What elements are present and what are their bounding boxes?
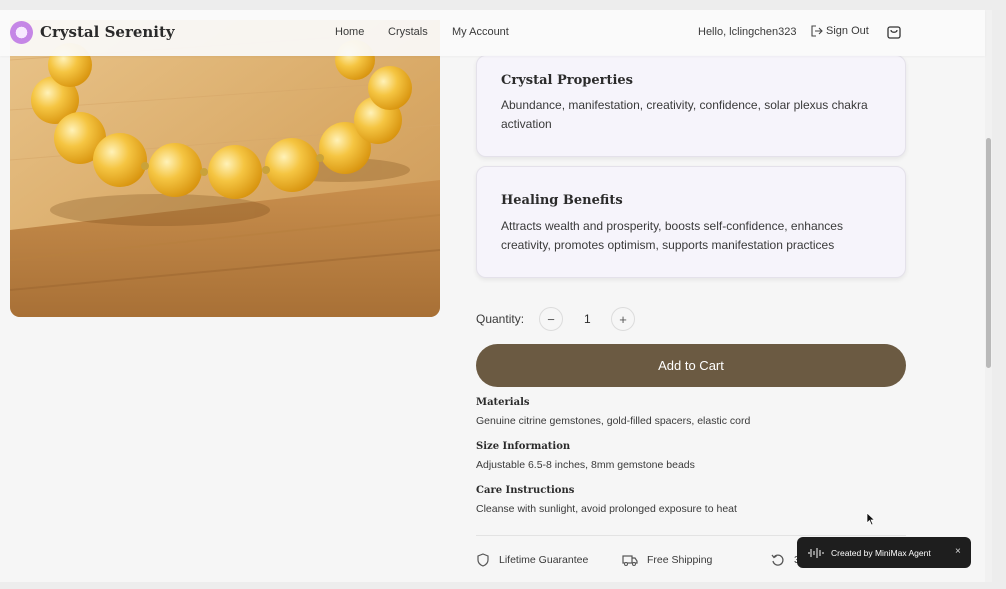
truck-icon [622, 555, 638, 566]
card-body: Attracts wealth and prosperity, boosts s… [501, 219, 843, 252]
decrease-quantity-button[interactable]: − [539, 307, 563, 331]
minimax-toast[interactable]: Created by MiniMax Agent [797, 537, 971, 568]
lifetime-guarantee-badge: Lifetime Guarantee [476, 553, 588, 567]
sign-out-icon [811, 25, 823, 37]
brand-name[interactable]: Crystal Serenity [40, 23, 175, 41]
healing-benefits-card: Healing Benefits Attracts wealth and pro… [476, 166, 906, 278]
minimax-logo-icon [808, 547, 824, 558]
mouse-cursor-icon [866, 512, 876, 526]
card-title: Healing Benefits [501, 193, 623, 208]
sign-out-label: Sign Out [826, 25, 869, 37]
rotate-icon [771, 554, 784, 566]
free-shipping-badge: Free Shipping [622, 553, 712, 567]
size-heading: Size Information [476, 441, 571, 452]
care-text: Cleanse with sunlight, avoid prolonged e… [476, 503, 737, 515]
page-viewport: Crystal Properties Abundance, manifestat… [0, 10, 992, 582]
quantity-value: 1 [584, 312, 591, 326]
shopping-bag-icon[interactable] [886, 24, 902, 40]
badge-label: Free Shipping [647, 554, 713, 566]
close-icon[interactable]: × [955, 546, 961, 557]
size-text: Adjustable 6.5-8 inches, 8mm gemstone be… [476, 459, 695, 471]
add-to-cart-button[interactable]: Add to Cart [476, 344, 906, 387]
returns-badge: 3 [771, 553, 800, 567]
badge-label: Lifetime Guarantee [499, 554, 589, 566]
card-body: Abundance, manifestation, creativity, co… [501, 98, 868, 131]
crystal-properties-card: Crystal Properties Abundance, manifestat… [476, 55, 906, 157]
product-image [10, 20, 440, 317]
scrollbar-thumb[interactable] [986, 138, 991, 368]
nav-crystals[interactable]: Crystals [388, 26, 428, 38]
materials-text: Genuine citrine gemstones, gold-filled s… [476, 415, 751, 427]
divider [476, 535, 906, 536]
card-title: Crystal Properties [501, 73, 633, 88]
nav-home[interactable]: Home [335, 26, 364, 38]
increase-quantity-button[interactable]: + [611, 307, 635, 331]
sign-out-button[interactable]: Sign Out [811, 25, 869, 37]
shield-icon [477, 553, 489, 567]
nav-my-account[interactable]: My Account [452, 26, 509, 38]
care-heading: Care Instructions [476, 485, 575, 496]
crystal-logo-icon[interactable] [10, 21, 33, 44]
toast-text: Created by MiniMax Agent [831, 547, 931, 558]
materials-heading: Materials [476, 397, 530, 408]
site-header: Crystal Serenity Home Crystals My Accoun… [0, 10, 985, 56]
quantity-label: Quantity: [476, 312, 525, 326]
greeting-text: Hello, lclingchen323 [698, 26, 797, 38]
